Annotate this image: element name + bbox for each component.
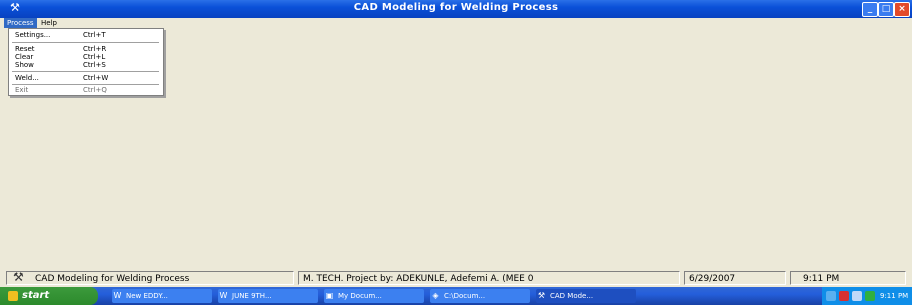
menu-item-label: Settings... <box>15 31 51 39</box>
folder-icon: ▣ <box>325 291 334 300</box>
menu-item-label: Clear <box>15 53 34 61</box>
close-button[interactable]: × <box>894 2 910 17</box>
network-icon[interactable] <box>826 291 836 301</box>
taskbar: start W New EDDY... W JUNE 9TH... ▣ My Docu… <box>0 287 912 305</box>
minimize-button[interactable]: _ <box>862 2 878 17</box>
word-icon: W <box>113 291 122 300</box>
taskbar-button-cad-modeling[interactable]: ⚒ CAD Mode... <box>536 289 636 303</box>
system-tray: 9:11 PM <box>822 287 912 305</box>
task-label: C:\Docum... <box>444 292 486 300</box>
window-title: CAD Modeling for Welding Process <box>353 2 559 13</box>
explorer-icon: ◈ <box>432 291 439 300</box>
menu-process[interactable]: Process <box>4 18 37 28</box>
menu-bar: Process Help <box>0 18 912 28</box>
task-label: JUNE 9TH... <box>232 292 272 300</box>
menu-help[interactable]: Help <box>38 18 60 28</box>
menu-item-label: Show <box>15 61 34 69</box>
maximize-button[interactable]: □ <box>878 2 894 17</box>
taskbar-button-june-9th[interactable]: W JUNE 9TH... <box>218 289 318 303</box>
menu-item-shortcut: Ctrl+L <box>83 53 106 61</box>
menu-item-shortcut: Ctrl+S <box>83 61 106 69</box>
menu-item-label: Weld... <box>15 74 39 82</box>
menu-item-shortcut: Ctrl+T <box>83 31 106 39</box>
status-panel-project: M. TECH. Project by: ADEKUNLE, Adefemi A… <box>298 271 680 285</box>
status-panel-app: ⚒ CAD Modeling for Welding Process <box>6 271 294 285</box>
menu-item-shortcut: Ctrl+R <box>83 45 107 53</box>
taskbar-clock[interactable]: 9:11 PM <box>880 287 908 305</box>
welder-icon: ⚒ <box>537 291 546 300</box>
menu-separator <box>12 84 159 85</box>
security-icon[interactable] <box>865 291 875 301</box>
speaker-icon[interactable] <box>852 291 862 301</box>
menu-item-label: Exit <box>15 86 29 94</box>
menu-separator <box>12 42 159 43</box>
status-panel-time: 9:11 PM <box>790 271 906 285</box>
taskbar-button-my-documents[interactable]: ▣ My Docum... <box>324 289 424 303</box>
status-bar: ⚒ CAD Modeling for Welding Process M. TE… <box>0 270 912 287</box>
windows-logo-icon <box>8 291 18 301</box>
title-bar: ⚒ CAD Modeling for Welding Process _ □ × <box>0 0 912 18</box>
start-button[interactable]: start <box>0 287 98 305</box>
menu-item-shortcut: Ctrl+Q <box>83 86 107 94</box>
word-icon: W <box>219 291 228 300</box>
process-dropdown: Settings... Ctrl+T Reset Ctrl+R Clear Ct… <box>8 28 164 96</box>
taskbar-button-new-eddy[interactable]: W New EDDY... <box>112 289 212 303</box>
status-date: 6/29/2007 <box>689 274 736 284</box>
menu-separator <box>12 71 159 72</box>
antivirus-icon[interactable] <box>839 291 849 301</box>
task-label: CAD Mode... <box>550 292 594 300</box>
task-label: My Docum... <box>338 292 382 300</box>
start-label: start <box>22 290 50 301</box>
status-time: 9:11 PM <box>803 274 840 284</box>
taskbar-button-c-documents[interactable]: ◈ C:\Docum... <box>430 289 530 303</box>
status-panel-date: 6/29/2007 <box>684 271 786 285</box>
menu-item-shortcut: Ctrl+W <box>83 74 109 82</box>
welder-icon: ⚒ <box>13 271 24 284</box>
task-label: New EDDY... <box>126 292 168 300</box>
menu-item-label: Reset <box>15 45 35 53</box>
status-app-name: CAD Modeling for Welding Process <box>35 274 190 284</box>
status-project: M. TECH. Project by: ADEKUNLE, Adefemi A… <box>303 274 534 284</box>
